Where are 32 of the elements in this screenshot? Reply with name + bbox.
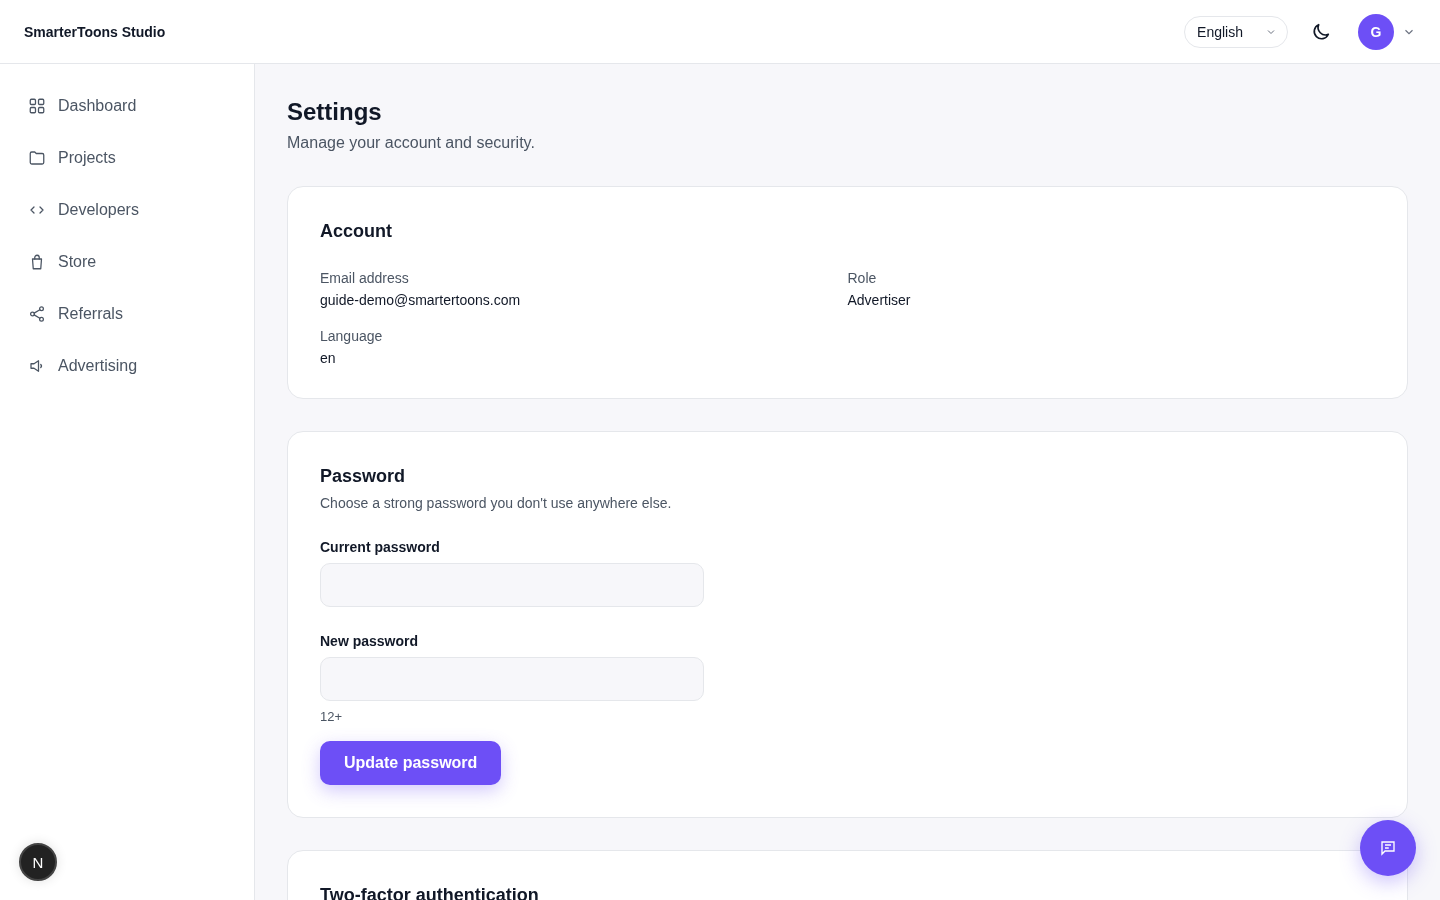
field-value: en [320,350,337,366]
page-title: Settings [287,98,383,126]
share-icon [28,305,46,323]
field-hint: 12+ [320,709,344,724]
sidebar-item[interactable]: Dashboard [16,80,238,132]
sidebar-item[interactable]: Referrals [16,288,238,340]
password-field[interactable] [320,563,704,607]
chat-button[interactable] [1360,820,1416,876]
sidebar-item[interactable]: Developers [16,184,238,236]
field-label: Current password [320,539,441,555]
sidebar-item[interactable]: Store [16,236,238,288]
folder-icon [28,149,46,167]
dev-tools-badge[interactable]: N [19,843,57,881]
card-title: Account [320,221,393,242]
field-label: New password [320,633,420,649]
field-label: Role [847,270,878,286]
language-select[interactable]: English [1184,15,1288,48]
chat-icon [1379,839,1397,857]
sidebar-item[interactable]: Advertising [16,340,238,392]
update-password-button[interactable]: Update password [320,741,502,785]
field-value: guide-demo@smartertoons.com [320,292,522,308]
grid-icon [28,97,46,115]
field-label: Language [320,328,384,344]
card-title: Password [320,466,407,487]
card-description: Choose a strong password you don't use anywhere else. [320,495,673,511]
user-avatar[interactable]: G [1358,13,1394,50]
field-label: Email address [320,270,410,286]
sidebar-item[interactable]: Projects [16,132,238,184]
page-subtitle: Manage your account and security. [287,134,536,152]
brand-name[interactable]: SmarterToons Studio [24,23,1185,40]
field-value: Advertiser [847,292,912,308]
password-field[interactable] [320,657,704,701]
